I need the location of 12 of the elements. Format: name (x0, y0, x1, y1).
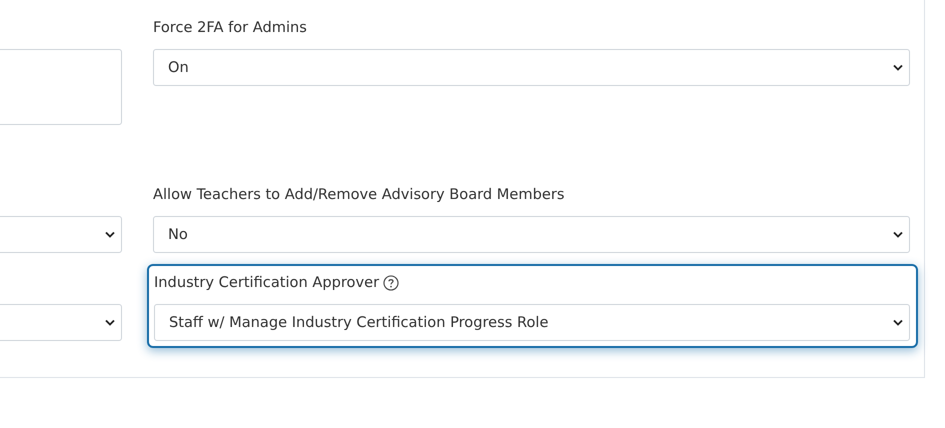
chevron-down-icon (893, 231, 903, 238)
chevron-down-icon (105, 319, 115, 326)
field-label: Industry Certification Approver (154, 273, 380, 293)
chevron-down-icon (105, 231, 115, 238)
chevron-down-icon (893, 319, 903, 326)
dropdown[interactable]: No (153, 216, 910, 253)
field-label: Allow Teachers to Add/Remove Advisory Board Members (153, 185, 564, 205)
dropdown[interactable]: On (153, 49, 910, 86)
chevron-down-icon (893, 64, 903, 71)
help-icon[interactable] (383, 275, 400, 291)
dropdown[interactable]: Staff w/ Manage Industry Certification Progress Role (154, 304, 910, 341)
field-label: Force 2FA for Admins (153, 18, 307, 38)
